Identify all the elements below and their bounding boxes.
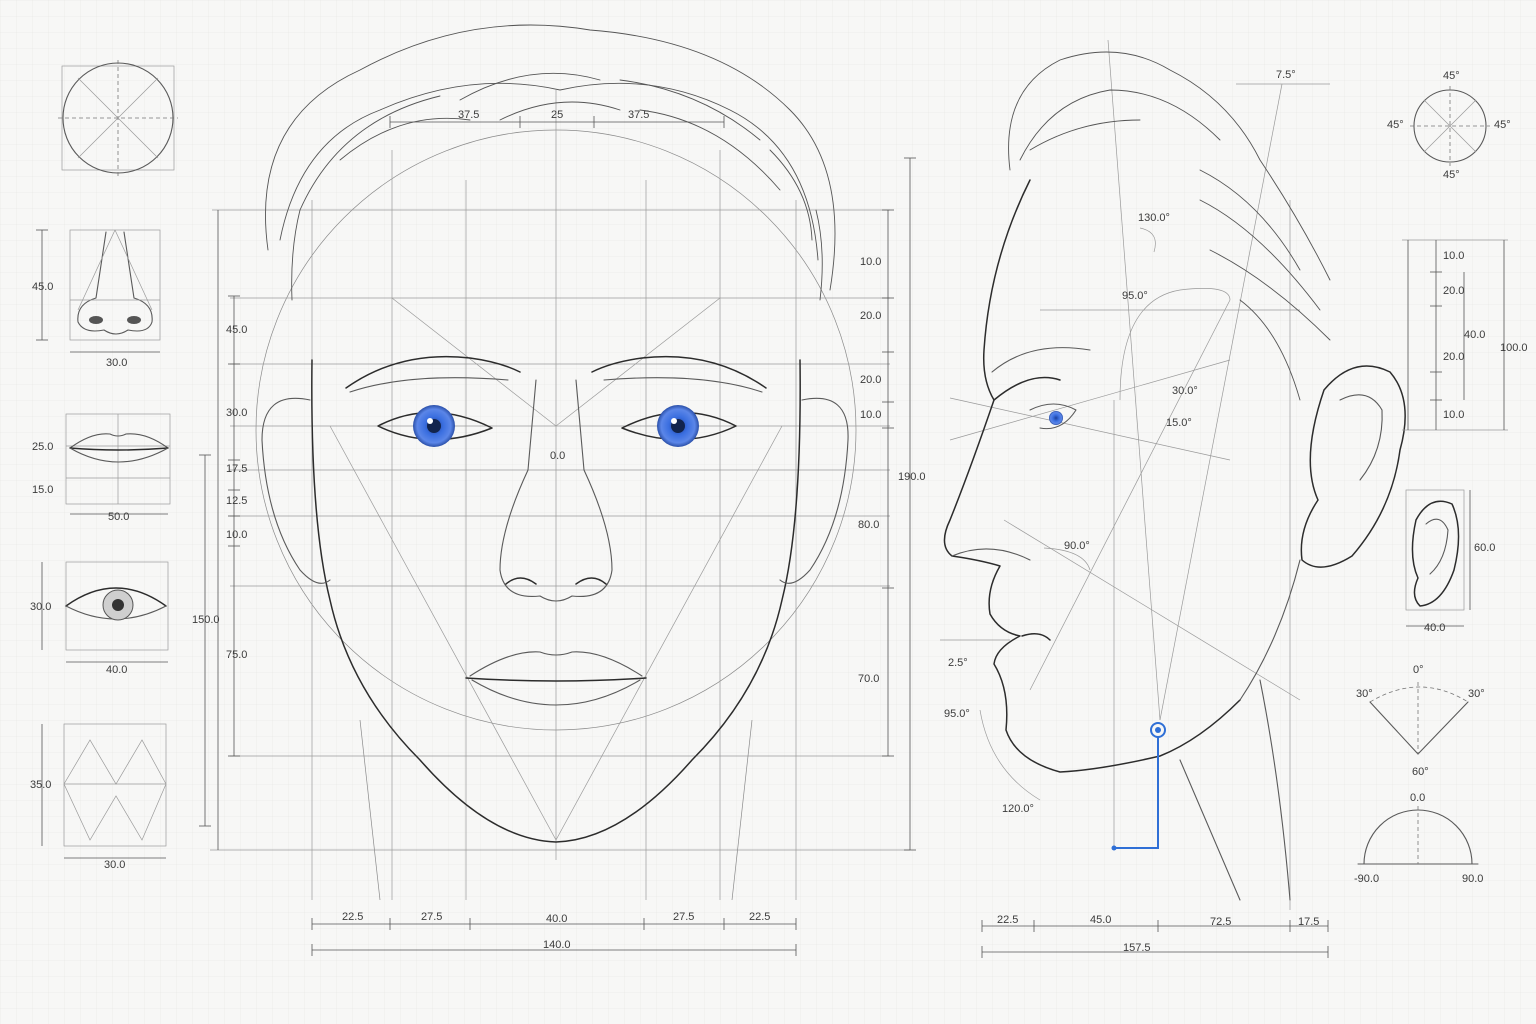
front-bottom-total: 140.0	[543, 939, 571, 951]
fan-bottom-label: 60°	[1412, 766, 1429, 778]
front-left-height-1: 45.0	[226, 324, 247, 336]
front-top-width-2: 25	[551, 109, 563, 121]
front-bottom-width-3: 40.0	[546, 913, 567, 925]
profile-bottom-total: 157.5	[1123, 942, 1151, 954]
profile-angle-9: 120.0°	[1002, 803, 1034, 815]
front-right-total: 190.0	[898, 471, 926, 483]
front-top-width-1: 37.5	[458, 109, 479, 121]
front-right-height-4: 10.0	[860, 409, 881, 421]
ear-height-label: 60.0	[1474, 542, 1495, 554]
front-bottom-width-5: 22.5	[749, 911, 770, 923]
ear-width-label: 40.0	[1424, 622, 1445, 634]
jaw-width-label: 30.0	[104, 859, 125, 871]
eye-height-label: 30.0	[30, 601, 51, 613]
profile-angle-5: 15.0°	[1166, 417, 1192, 429]
fan-right-label: 30°	[1468, 688, 1485, 700]
lips-top-label: 25.0	[32, 441, 53, 453]
profile-angle-8: 95.0°	[944, 708, 970, 720]
front-right-height-3: 20.0	[860, 374, 881, 386]
front-right-height-1: 10.0	[860, 256, 881, 268]
scale-label-2: 20.0	[1443, 285, 1464, 297]
front-left-height-6: 75.0	[226, 649, 247, 661]
front-left-height-5: 10.0	[226, 529, 247, 541]
front-left-height-4: 12.5	[226, 495, 247, 507]
front-left-height-2: 30.0	[226, 407, 247, 419]
compass-label-right: 45°	[1494, 119, 1511, 131]
profile-bottom-width-2: 45.0	[1090, 914, 1111, 926]
protractor-top-label: 0.0	[1410, 792, 1425, 804]
profile-angle-3: 95.0°	[1122, 290, 1148, 302]
front-bottom-width-1: 22.5	[342, 911, 363, 923]
fan-left-label: 30°	[1356, 688, 1373, 700]
front-left-total: 150.0	[192, 614, 220, 626]
front-right-height-6: 70.0	[858, 673, 879, 685]
protractor-left-label: -90.0	[1354, 873, 1379, 885]
compass-label-left: 45°	[1387, 119, 1404, 131]
profile-bottom-width-3: 72.5	[1210, 916, 1231, 928]
anatomy-sheet: 45.0 30.0 25.0 15.0 50.0 30.0 40.0 35.0 …	[0, 0, 1536, 1024]
grid-background	[0, 0, 1536, 1024]
scale-total: 100.0	[1500, 342, 1528, 354]
front-left-height-3: 17.5	[226, 463, 247, 475]
front-top-width-3: 37.5	[628, 109, 649, 121]
jaw-height-label: 35.0	[30, 779, 51, 791]
nose-height-label: 45.0	[32, 281, 53, 293]
fan-top-label: 0°	[1413, 664, 1424, 676]
front-right-height-2: 20.0	[860, 310, 881, 322]
profile-angle-6: 90.0°	[1064, 540, 1090, 552]
front-bottom-width-2: 27.5	[421, 911, 442, 923]
nose-width-label: 30.0	[106, 357, 127, 369]
compass-label-top: 45°	[1443, 70, 1460, 82]
profile-angle-2: 130.0°	[1138, 212, 1170, 224]
front-center-mark: 0.0	[550, 450, 565, 462]
front-bottom-width-4: 27.5	[673, 911, 694, 923]
eye-width-label: 40.0	[106, 664, 127, 676]
lips-bottom-label: 15.0	[32, 484, 53, 496]
compass-label-bottom: 45°	[1443, 169, 1460, 181]
drawing-canvas: 45.0 30.0 25.0 15.0 50.0 30.0 40.0 35.0 …	[0, 0, 1536, 1024]
profile-angle-7: 2.5°	[948, 657, 968, 669]
protractor-right-label: 90.0	[1462, 873, 1483, 885]
profile-angle-4: 30.0°	[1172, 385, 1198, 397]
profile-bottom-width-1: 22.5	[997, 914, 1018, 926]
lips-width-label: 50.0	[108, 511, 129, 523]
profile-eye	[1049, 411, 1063, 425]
scale-label-4: 20.0	[1443, 351, 1464, 363]
scale-label-5: 10.0	[1443, 409, 1464, 421]
scale-label-3: 40.0	[1464, 329, 1485, 341]
profile-bottom-width-4: 17.5	[1298, 916, 1319, 928]
front-right-height-5: 80.0	[858, 519, 879, 531]
scale-label-1: 10.0	[1443, 250, 1464, 262]
profile-angle-1: 7.5°	[1276, 69, 1296, 81]
